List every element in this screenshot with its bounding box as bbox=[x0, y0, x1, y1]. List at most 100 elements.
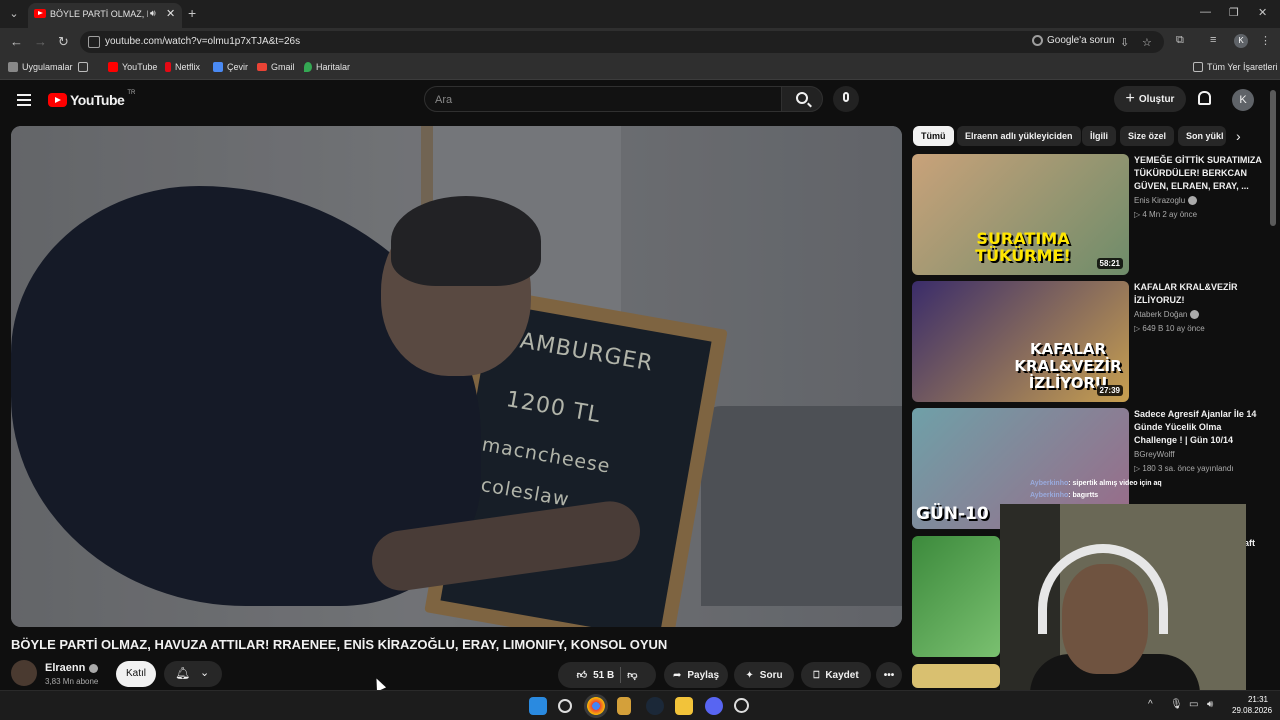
rec-channel[interactable]: Enis Kirazoglu bbox=[1134, 196, 1198, 205]
taskbar-search-icon[interactable] bbox=[558, 699, 572, 713]
bell-icon: 🔔︎ bbox=[175, 666, 191, 680]
thumbs-up-icon: 👍︎ bbox=[576, 670, 588, 681]
bookmark-translate[interactable]: Çevir bbox=[213, 62, 248, 72]
speaker-icon[interactable]: 🔊︎ bbox=[150, 8, 156, 19]
file-explorer-icon[interactable] bbox=[675, 697, 693, 715]
grid-icon[interactable] bbox=[78, 62, 88, 72]
tray-mic-icon[interactable]: 🎙︎ bbox=[1170, 699, 1183, 710]
save-button[interactable]: ⎕ Kaydet bbox=[801, 662, 871, 688]
like-button[interactable]: 👍︎ 51 B bbox=[576, 669, 615, 682]
video-player[interactable]: HAMBURGER 1200 TL macncheese coleslaw bbox=[11, 126, 902, 627]
video-duration: 58:21 bbox=[1096, 258, 1123, 269]
dislike-button[interactable]: 👎︎ bbox=[627, 669, 637, 681]
bookmark-maps[interactable]: Haritalar bbox=[304, 62, 350, 72]
tab-close-icon[interactable]: ✕ bbox=[166, 7, 175, 20]
bookmark-netflix[interactable]: Netflix bbox=[165, 62, 200, 72]
share-button[interactable]: ➦ Paylaş bbox=[664, 662, 728, 688]
tray-network-icon[interactable]: ▭ bbox=[1189, 699, 1198, 710]
minimize-icon[interactable]: — bbox=[1200, 6, 1211, 18]
new-tab-plus-icon[interactable]: + bbox=[188, 5, 196, 21]
tab-search-chevron-icon[interactable]: ⌄ bbox=[6, 6, 22, 22]
chip-recent[interactable]: Son yükl bbox=[1178, 126, 1226, 146]
more-actions-button[interactable]: ••• bbox=[876, 662, 902, 688]
bookmark-star-icon[interactable]: ☆ bbox=[1142, 36, 1152, 49]
menu-hamburger-icon[interactable] bbox=[17, 94, 31, 106]
google-lens-icon bbox=[1032, 35, 1043, 46]
rec-channel[interactable]: BGreyWolff bbox=[1134, 450, 1175, 459]
chip-all[interactable]: Tümü bbox=[913, 126, 954, 146]
bookmark-youtube[interactable]: YouTube bbox=[108, 62, 157, 72]
rec-title-partial[interactable]: aft bbox=[1244, 537, 1264, 550]
rec-title[interactable]: KAFALAR KRAL&VEZİR İZLİYORUZ! bbox=[1134, 281, 1262, 307]
rec-meta: ▷ 649 B 10 ay önce bbox=[1134, 324, 1205, 333]
channel-name[interactable]: Elraenn bbox=[45, 662, 99, 674]
voice-search-button[interactable] bbox=[833, 86, 859, 112]
sparkle-icon: ✦ bbox=[745, 669, 754, 681]
join-button[interactable]: Katıl bbox=[116, 661, 156, 687]
bookmark-apps[interactable]: Uygulamalar bbox=[8, 62, 73, 72]
notifications-bell-icon[interactable] bbox=[1198, 91, 1211, 105]
page-scrollbar[interactable] bbox=[1270, 90, 1276, 226]
verified-check-icon bbox=[1190, 310, 1200, 319]
browser-menu-icon[interactable]: ⋮ bbox=[1260, 34, 1271, 47]
restore-icon[interactable]: ❐ bbox=[1229, 6, 1239, 19]
bookmark-gmail[interactable]: Gmail bbox=[257, 62, 295, 72]
windows-start-icon[interactable] bbox=[529, 697, 547, 715]
rec-title[interactable]: Sadece Agresif Ajanlar İle 14 Günde Yüce… bbox=[1134, 408, 1262, 447]
notepad-icon[interactable] bbox=[617, 697, 631, 715]
chip-related[interactable]: İlgili bbox=[1082, 126, 1116, 146]
tray-chevron-icon[interactable]: ^ bbox=[1148, 699, 1153, 710]
window-close-icon[interactable]: ✕ bbox=[1258, 6, 1267, 19]
address-bar[interactable]: youtube.com/watch?v=olmu1p7xTJA&t=26s Go… bbox=[80, 31, 1164, 53]
like-dislike-group: 👍︎ 51 B 👎︎ bbox=[558, 662, 656, 688]
search-input[interactable]: Ara bbox=[424, 86, 782, 112]
chip-for-you[interactable]: Size özel bbox=[1120, 126, 1175, 146]
reload-icon[interactable]: ↻ bbox=[58, 34, 69, 50]
video-title: BÖYLE PARTİ OLMAZ, HAVUZA ATTILAR! RRAEN… bbox=[11, 637, 668, 652]
create-button[interactable]: + Oluştur bbox=[1114, 86, 1186, 112]
chevron-down-icon: ⌄ bbox=[200, 667, 210, 679]
back-arrow-icon[interactable]: ← bbox=[10, 34, 23, 49]
subscribe-bell-dropdown[interactable]: 🔔︎ ⌄ bbox=[164, 661, 222, 687]
browser-tab-active[interactable]: BÖYLE PARTİ OLMAZ, HAVU 🔊︎ ✕ bbox=[28, 3, 182, 28]
microphone-icon bbox=[843, 92, 849, 102]
youtube-logo[interactable]: YouTube TR bbox=[48, 90, 135, 108]
more-dots-icon: ••• bbox=[883, 669, 895, 681]
rec-channel[interactable]: Ataberk Doğan bbox=[1134, 310, 1200, 319]
youtube-header: YouTube TR Ara + Oluştur K bbox=[0, 80, 1280, 122]
taskbar: ^ 🎙︎ ▭ 🔊︎ 21:31 29.08.2026 bbox=[0, 690, 1280, 720]
channel-avatar[interactable] bbox=[11, 660, 37, 686]
steam-icon[interactable] bbox=[646, 697, 664, 715]
rec-thumbnail[interactable]: KAFALAR KRAL&VEZİR İZLİYORU 27:39 bbox=[912, 281, 1129, 402]
account-avatar[interactable]: K bbox=[1232, 89, 1254, 111]
extensions-icon[interactable]: ⧉ bbox=[1176, 34, 1184, 47]
search-button[interactable] bbox=[781, 86, 823, 112]
ask-button[interactable]: ✦ Soru bbox=[734, 662, 794, 688]
clock[interactable]: 21:31 29.08.2026 bbox=[1232, 694, 1272, 716]
discord-icon[interactable] bbox=[705, 697, 723, 715]
install-app-icon[interactable]: ⇩ bbox=[1120, 36, 1129, 49]
chrome-icon[interactable] bbox=[587, 697, 605, 715]
rec-title[interactable]: YEMEĞE GİTTİK SURATIMIZA TÜKÜRDÜLER! BER… bbox=[1134, 154, 1262, 193]
chip-from-uploader[interactable]: Elraenn adlı yükleyiciden bbox=[957, 126, 1081, 146]
thumbs-down-icon: 👎︎ bbox=[627, 670, 638, 681]
rec-thumbnail[interactable] bbox=[912, 536, 1000, 657]
forward-arrow-icon[interactable]: → bbox=[34, 34, 47, 49]
media-control-icon[interactable]: ≡ bbox=[1210, 34, 1216, 46]
url-text[interactable]: youtube.com/watch?v=olmu1p7xTJA&t=26s bbox=[105, 36, 300, 47]
app-icon[interactable] bbox=[734, 698, 749, 713]
tab-strip: ⌄ BÖYLE PARTİ OLMAZ, HAVU 🔊︎ ✕ + — ❐ ✕ bbox=[0, 0, 1280, 28]
site-info-icon[interactable] bbox=[88, 36, 100, 48]
netflix-icon bbox=[165, 62, 171, 72]
tray-volume-icon[interactable]: 🔊︎ bbox=[1207, 699, 1213, 710]
gmail-icon bbox=[257, 63, 267, 71]
youtube-favicon-icon bbox=[34, 9, 46, 18]
chips-next-chevron-icon[interactable]: › bbox=[1236, 128, 1241, 144]
plus-icon: + bbox=[1125, 90, 1135, 107]
rec-thumbnail[interactable] bbox=[912, 664, 1000, 688]
tab-title: BÖYLE PARTİ OLMAZ, HAVU bbox=[50, 9, 148, 19]
google-ask-button[interactable]: Google'a sorun bbox=[1032, 35, 1115, 46]
all-bookmarks[interactable]: Tüm Yer İşaretleri bbox=[1193, 62, 1278, 72]
browser-profile-avatar[interactable]: K bbox=[1234, 34, 1248, 48]
rec-thumbnail[interactable]: SURATIMA TÜKÜRME! 58:21 bbox=[912, 154, 1129, 275]
